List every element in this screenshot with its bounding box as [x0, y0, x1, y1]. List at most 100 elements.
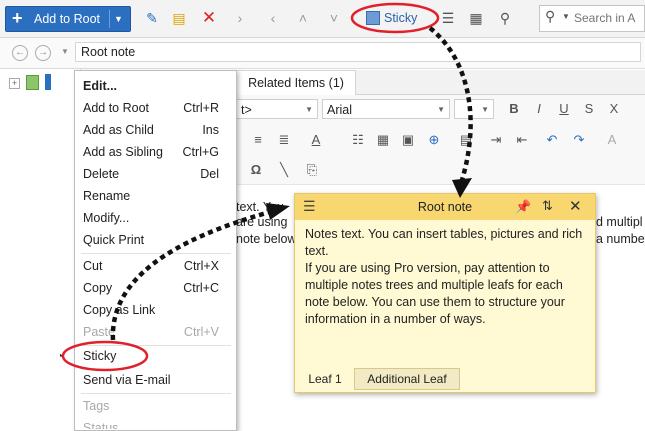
subscript-icon[interactable]: X — [604, 99, 624, 119]
font-combo[interactable]: Arial ▼ — [322, 99, 450, 119]
align-justify-icon[interactable]: ≣ — [274, 130, 294, 150]
list-icon[interactable]: ☷ — [348, 130, 368, 150]
comment-icon[interactable]: ▤ — [168, 6, 190, 30]
move-down-icon[interactable]: ˅ — [323, 6, 345, 30]
menu-item-shortcut: Ctrl+V — [183, 325, 219, 339]
note-text-line: are using — [236, 215, 288, 229]
selected-node-highlight[interactable] — [45, 74, 51, 90]
sticky-button-label: Sticky — [384, 11, 418, 25]
sticky-note-window: ☰ Root note 📌 ⇅ ✕ Notes text. You can in… — [294, 193, 596, 393]
menu-item-label: Edit... — [83, 79, 118, 93]
menu-item-cut[interactable]: Cut Ctrl+X — [75, 255, 236, 277]
tab-additional-leaf[interactable]: Additional Leaf — [354, 368, 460, 390]
outdent-icon[interactable]: ⇤ — [512, 130, 532, 150]
menu-item-label: Add as Sibling — [83, 145, 163, 159]
menu-item-status[interactable]: Status — [75, 417, 236, 429]
web-link-icon[interactable]: ⊕ — [424, 130, 444, 150]
menu-item-tags[interactable]: Tags — [75, 395, 236, 417]
size-combo[interactable]: ▼ — [454, 99, 494, 119]
chevron-down-icon[interactable]: ▼ — [61, 47, 69, 56]
sticky-note-body[interactable]: Notes text. You can insert tables, pictu… — [305, 226, 585, 328]
menu-item-label: Quick Print — [83, 233, 145, 247]
edit-pencil-icon[interactable]: ✎ — [141, 6, 163, 30]
editor-tabs: Related Items (1) — [236, 70, 645, 95]
symbol-omega-icon[interactable]: Ω — [246, 160, 266, 180]
font-combo-value: Arial — [327, 103, 353, 117]
menu-item-edit[interactable]: Edit... — [75, 75, 236, 97]
notes-tree: + — [0, 69, 81, 429]
note-text-line: d multipl — [596, 215, 643, 229]
add-to-root-button[interactable]: + Add to Root ▼ — [5, 6, 131, 32]
redo-icon[interactable]: ↷ — [569, 130, 589, 150]
menu-item-add-to-root[interactable]: Add to Root Ctrl+R — [75, 97, 236, 119]
style-combo-value: t> — [241, 103, 252, 117]
menu-item-add-as-sibling[interactable]: Add as Sibling Ctrl+G — [75, 141, 236, 163]
bold-icon[interactable]: B — [504, 99, 524, 119]
pin-icon[interactable]: 📌 — [515, 199, 531, 215]
delete-x-icon[interactable]: ✕ — [198, 6, 220, 30]
menu-item-modify[interactable]: Modify... — [75, 207, 236, 229]
checkmark-icon: ✓ — [58, 347, 69, 361]
menu-item-copy-as-link[interactable]: Copy as Link — [75, 299, 236, 321]
back-icon[interactable]: ← — [12, 45, 28, 61]
menu-item-label: Add to Root — [83, 101, 150, 115]
list-view-icon[interactable]: ☰ — [437, 6, 459, 30]
close-icon[interactable]: ✕ — [569, 197, 582, 215]
insert-date-icon[interactable]: ▤ — [456, 130, 476, 150]
underline-icon[interactable]: U — [554, 99, 574, 119]
sort-arrows-icon[interactable]: ⇅ — [542, 198, 553, 214]
table-icon[interactable]: ▦ — [373, 130, 393, 150]
address-input[interactable] — [75, 42, 641, 62]
font-color-icon[interactable]: A — [306, 130, 326, 150]
align-center-icon[interactable]: ≡ — [248, 130, 268, 150]
strikethrough-icon[interactable]: S — [579, 99, 599, 119]
image-icon[interactable]: ▣ — [398, 130, 418, 150]
move-up-icon[interactable]: ˄ — [292, 6, 314, 30]
sticky-note-header[interactable]: ☰ Root note 📌 ⇅ ✕ — [295, 194, 595, 220]
note-text-line: note below — [236, 232, 297, 246]
add-to-root-label: Add to Root — [34, 12, 101, 26]
move-left-icon[interactable]: ‹ — [262, 6, 284, 30]
menu-item-label: Cut — [83, 259, 103, 273]
menu-item-copy[interactable]: Copy Ctrl+C — [75, 277, 236, 299]
menu-item-label: Modify... — [83, 211, 130, 225]
menu-separator — [81, 393, 231, 394]
clear-format-icon[interactable]: A — [602, 130, 622, 150]
attachment-icon[interactable]: ⎘ — [302, 160, 322, 180]
menu-item-label: Tags — [83, 399, 110, 413]
move-right-icon[interactable]: › — [229, 6, 251, 30]
chevron-down-icon: ▼ — [481, 105, 489, 114]
italic-icon[interactable]: I — [529, 99, 549, 119]
chevron-down-icon: ▼ — [437, 105, 445, 114]
menu-item-shortcut: Del — [200, 167, 219, 181]
tree-view-icon[interactable]: ▦ — [465, 6, 487, 30]
menu-item-shortcut: Ins — [202, 123, 219, 137]
menu-item-quick-print[interactable]: Quick Print — [75, 229, 236, 251]
menu-item-paste[interactable]: Paste Ctrl+V — [75, 321, 236, 343]
tab-leaf-1[interactable]: Leaf 1 — [301, 369, 349, 389]
tab-related-items[interactable]: Related Items (1) — [236, 70, 356, 95]
menu-item-delete[interactable]: Delete Del — [75, 163, 236, 185]
forward-icon[interactable]: → — [35, 45, 51, 61]
binoculars-icon[interactable]: ⚲ — [494, 6, 516, 30]
menu-item-sticky[interactable]: Sticky — [75, 345, 236, 367]
line-icon[interactable]: ╲ — [274, 160, 294, 180]
style-combo[interactable]: t> ▼ — [236, 99, 318, 119]
chevron-down-icon[interactable]: ▼ — [562, 12, 570, 21]
expand-icon[interactable]: + — [9, 78, 20, 89]
menu-item-label: Status — [83, 421, 119, 429]
search-box[interactable]: ⚲ ▼ — [539, 5, 645, 32]
chevron-down-icon[interactable]: ▼ — [114, 7, 123, 31]
sticky-leaf-tabs: Leaf 1 Additional Leaf — [295, 366, 595, 392]
indent-icon[interactable]: ⇥ — [486, 130, 506, 150]
search-input[interactable] — [574, 9, 642, 26]
menu-item-send-via-email[interactable]: Send via E-mail — [75, 369, 236, 391]
note-icon — [26, 75, 39, 90]
menu-item-label: Rename — [83, 189, 131, 203]
format-toolbar-row3: Ω ╲ ⎘ — [236, 156, 645, 185]
menu-item-add-as-child[interactable]: Add as Child Ins — [75, 119, 236, 141]
menu-item-rename[interactable]: Rename — [75, 185, 236, 207]
sticky-button[interactable]: Sticky — [358, 6, 430, 30]
menu-item-label: Delete — [83, 167, 120, 181]
undo-icon[interactable]: ↶ — [542, 130, 562, 150]
